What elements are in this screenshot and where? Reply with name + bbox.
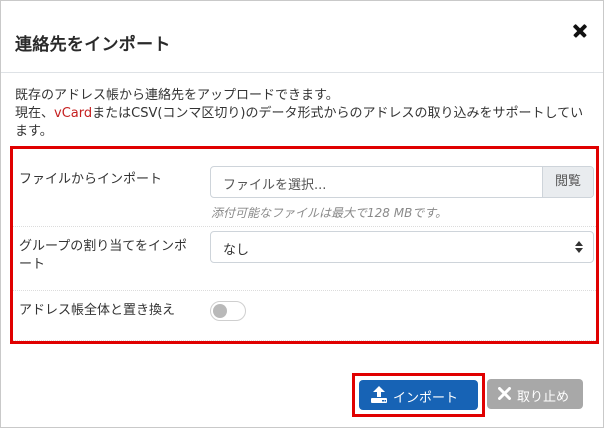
file-input[interactable]: ファイルを選択... 閲覧 xyxy=(210,166,594,198)
close-icon xyxy=(498,387,511,400)
select-arrows-icon xyxy=(575,241,583,253)
browse-button[interactable]: 閲覧 xyxy=(542,167,593,197)
group-select-value: なし xyxy=(223,243,250,258)
intro-line-2: 現在、vCardまたはCSV(コンマ区切り)のデータ形式からのアドレスの取り込み… xyxy=(15,105,595,141)
close-icon[interactable] xyxy=(570,21,590,41)
intro-text: 既存のアドレス帳から連絡先をアップロードできます。 現在、vCardまたはCSV… xyxy=(15,87,595,141)
import-contacts-dialog: 連絡先をインポート 既存のアドレス帳から連絡先をアップロードできます。 現在、v… xyxy=(0,0,604,428)
form-highlight-box: ファイルからインポート ファイルを選択... 閲覧 添付可能なファイルは最大で1… xyxy=(10,146,599,344)
dialog-header: 連絡先をインポート xyxy=(1,1,603,73)
replace-label: アドレス帳全体と置き換え xyxy=(19,303,176,318)
intro-line-1: 既存のアドレス帳から連絡先をアップロードできます。 xyxy=(15,88,339,103)
toggle-knob xyxy=(213,304,227,318)
intro-prefix: 現在、 xyxy=(15,106,55,121)
group-select[interactable]: なし xyxy=(210,231,594,263)
import-highlight-box: インポート xyxy=(352,373,485,417)
replace-toggle[interactable] xyxy=(210,301,246,321)
group-assign-label: グループの割り当てをインポート xyxy=(19,239,187,272)
file-import-row: ファイルからインポート ファイルを選択... 閲覧 添付可能なファイルは最大で1… xyxy=(13,149,596,227)
cancel-button[interactable]: 取り止め xyxy=(487,379,583,409)
upload-icon xyxy=(371,386,387,403)
vcard-text: vCard xyxy=(54,106,93,121)
file-input-value: ファイルを選択... xyxy=(223,178,327,193)
intro-suffix: またはCSV(コンマ区切り)のデータ形式からのアドレスの取り込みをサポートしてい… xyxy=(15,106,584,139)
import-button[interactable]: インポート xyxy=(359,380,478,410)
file-import-label: ファイルからインポート xyxy=(19,172,163,187)
cancel-button-label: 取り止め xyxy=(517,390,570,405)
file-size-hint: 添付可能なファイルは最大で128 MBです。 xyxy=(211,206,448,220)
import-button-label: インポート xyxy=(393,391,459,406)
dialog-title: 連絡先をインポート xyxy=(15,35,171,55)
